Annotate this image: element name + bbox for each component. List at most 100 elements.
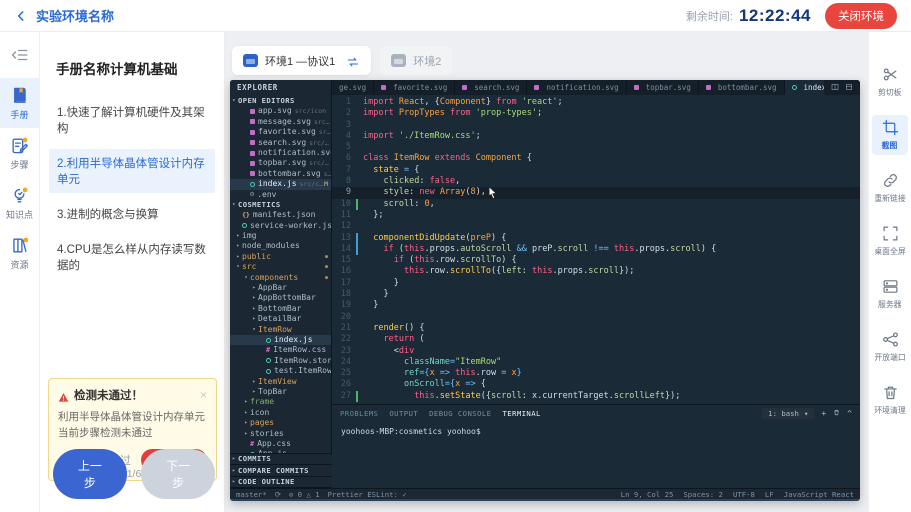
terminal-tab-problems[interactable]: PROBLEMS — [340, 409, 378, 418]
tree-item[interactable]: ▸ stories — [230, 429, 331, 439]
status-item[interactable]: UTF-8 — [733, 490, 755, 499]
tree-item[interactable]: ▸ public ● — [230, 252, 331, 262]
tree-item[interactable]: ▸ node_modules — [230, 241, 331, 251]
close-environment-button[interactable]: 关闭环境 — [825, 2, 897, 29]
split-editor-icon[interactable] — [831, 83, 839, 93]
code-token: style — [383, 187, 410, 198]
sidebar-item-manual[interactable]: 手册 — [0, 78, 40, 128]
tree-item[interactable]: ▾ components ● — [230, 273, 331, 283]
tool-item-label: 重新链接 — [874, 193, 906, 203]
terminal-tab-terminal[interactable]: TERMINAL — [502, 409, 540, 418]
tool-item-server[interactable]: 服务器 — [872, 274, 908, 314]
status-item[interactable]: ⟳ — [275, 490, 281, 499]
status-item[interactable]: Ln 9, Col 25 — [621, 490, 674, 499]
tree-item[interactable]: ▸ TopBar — [230, 387, 331, 397]
collapse-sidebar-icon[interactable] — [11, 46, 29, 61]
tree-item[interactable]: ▸ AppBottomBar — [230, 293, 331, 303]
manual-step-item[interactable]: 2.利用半导体晶体管设计内存单元 — [49, 149, 215, 193]
terminal-tab-output[interactable]: OUTPUT — [389, 409, 418, 418]
tree-item[interactable]: ▸ icon — [230, 408, 331, 418]
explorer-section-header[interactable]: ▾ OPEN EDITORS — [230, 96, 331, 106]
tree-item[interactable]: ▾ src ● — [230, 262, 331, 272]
code-line: 22 return ( — [332, 334, 860, 345]
back-icon[interactable] — [14, 9, 28, 23]
env-tab-1[interactable]: 环境1 —协议1 — [232, 46, 372, 75]
tree-item[interactable]: ▸ img — [230, 231, 331, 241]
tree-item[interactable]: app.svg src/icon — [230, 106, 331, 116]
terminal-tab-debug-console[interactable]: DEBUG CONSOLE — [429, 409, 491, 418]
sidebar-item-knowledge[interactable]: 知识点 — [0, 178, 40, 228]
tree-item[interactable]: ▾ ItemRow — [230, 325, 331, 335]
swap-connection-icon[interactable] — [346, 55, 360, 67]
tool-item-cleanup[interactable]: 环境清理 — [872, 380, 908, 420]
manual-title: 手册名称计算机基础 — [56, 62, 178, 77]
manual-step-item[interactable]: 1.快速了解计算机硬件及其架构 — [49, 98, 215, 142]
explorer-section-code-outline[interactable]: ▸ CODE OUTLINE — [230, 477, 332, 488]
tree-item[interactable]: # ItemRow.css — [230, 345, 331, 355]
line-number: 3 — [345, 119, 351, 130]
explorer-section-header[interactable]: ▾ COSMETICS — [230, 200, 331, 210]
tree-item-label: bottombar.svg — [258, 168, 321, 178]
tree-item[interactable]: notification.svgsrc/icon — [230, 148, 331, 158]
line-number: 27 — [340, 390, 351, 401]
tree-item[interactable]: bottombar.svgsrc/frame — [230, 169, 331, 179]
tree-item[interactable]: index.jssrc/components..M — [230, 179, 331, 190]
kill-terminal-icon[interactable] — [833, 409, 840, 418]
editor-tab[interactable]: bottombar.svg — [699, 80, 785, 95]
editor-tab[interactable]: notification.svg — [527, 80, 627, 95]
status-item[interactable]: Spaces: 2 — [683, 490, 723, 499]
code-token: } — [363, 277, 399, 288]
maximize-panel-icon[interactable]: ^ — [847, 409, 852, 418]
editor-tab[interactable]: topbar.svg — [627, 80, 699, 95]
explorer-header[interactable]: EXPLORER — [230, 80, 332, 95]
status-item[interactable]: JavaScript React — [784, 490, 854, 499]
tree-item[interactable]: ▸ AppBar — [230, 283, 331, 293]
tree-item[interactable]: test.ItemRow.js — [230, 366, 331, 376]
terminal-prompt[interactable]: yoohoos-MBP:cosmetics yoohoo$ — [332, 421, 860, 442]
tree-item[interactable]: topbar.svgsrc/frame — [230, 158, 331, 168]
prev-step-button[interactable]: 上一步 — [53, 449, 127, 499]
tree-item[interactable]: ItemRow.stories.js — [230, 356, 331, 366]
tree-item[interactable]: ▸ pages — [230, 418, 331, 428]
tree-item[interactable]: search.svgsrc/icon — [230, 138, 331, 148]
tree-item[interactable]: ⚙ .env — [230, 190, 331, 200]
tree-item[interactable]: message.svgsrc/icon — [230, 117, 331, 127]
explorer-section-compare-commits[interactable]: ▸ COMPARE COMMITS — [230, 465, 332, 477]
tree-item[interactable]: ▸ ItemView — [230, 377, 331, 387]
sidebar-item-steps[interactable]: 步骤 — [0, 128, 40, 178]
status-item[interactable]: master* — [236, 490, 267, 499]
next-step-button[interactable]: 下一步 — [141, 449, 215, 499]
tool-item-screenshot[interactable]: 截图 — [872, 115, 908, 155]
tree-item[interactable]: {} manifest.json — [230, 210, 331, 220]
tree-item[interactable]: service-worker.js — [230, 221, 331, 231]
tree-item[interactable]: ▸ BottomBar — [230, 304, 331, 314]
new-terminal-icon[interactable]: + — [821, 409, 826, 418]
status-item[interactable]: LF — [765, 490, 774, 499]
tree-item[interactable]: # App.css — [230, 439, 331, 449]
tree-item[interactable]: favorite.svgsrc/icon — [230, 127, 331, 137]
editor-tab[interactable]: search.svg — [455, 80, 528, 95]
editor-tab[interactable]: favorite.svg — [374, 80, 456, 95]
tree-item[interactable]: ▸ DetailBar — [230, 314, 331, 324]
env-tab-2[interactable]: 环境2 — [380, 46, 453, 75]
status-item[interactable]: ⊘ 0 △ 1 — [289, 490, 320, 499]
tool-item-fullscreen[interactable]: 桌面全屏 — [872, 221, 908, 261]
code-token: = — [501, 368, 512, 379]
tool-item-ports[interactable]: 开放端口 — [872, 327, 908, 367]
close-icon[interactable]: × — [200, 389, 207, 401]
status-item[interactable]: Prettier ESLint: ✓ — [328, 490, 407, 499]
sidebar-item-resources[interactable]: 资源 — [0, 228, 40, 278]
manual-step-item[interactable]: 4.CPU是怎么样从内存读写数据的 — [49, 235, 215, 279]
tree-item[interactable]: ▸ frame — [230, 397, 331, 407]
editor-tab[interactable]: ge.svg — [332, 80, 375, 95]
manual-step-item[interactable]: 3.进制的概念与换算 — [49, 200, 215, 228]
tree-item-label: App.css — [257, 438, 291, 448]
editor-tab[interactable]: index.js...ItemRow× — [784, 80, 824, 95]
shell-selector[interactable]: 1: bash ▾ — [762, 407, 815, 419]
tool-item-clipboard[interactable]: 剪切板 — [872, 62, 908, 102]
tree-item[interactable]: index.js — [230, 334, 331, 346]
tool-item-relink[interactable]: 重新链接 — [872, 168, 908, 208]
more-actions-icon[interactable] — [845, 83, 853, 93]
section-label: OPEN EDITORS — [238, 96, 295, 105]
explorer-section-commits[interactable]: ▸ COMMITS — [230, 454, 332, 465]
